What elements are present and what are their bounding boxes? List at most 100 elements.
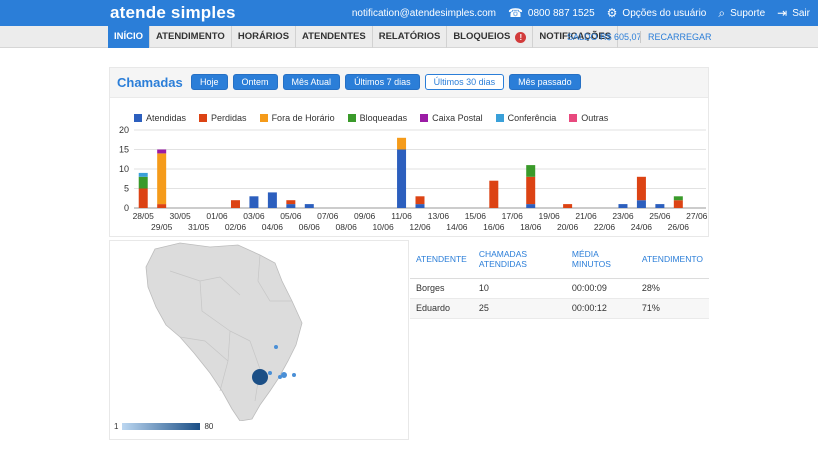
legend-label: Outras <box>581 113 609 123</box>
legend-swatch <box>420 114 429 122</box>
x-tick-label: 21/06 <box>575 211 597 221</box>
logout-link[interactable]: ⇥ Sair <box>777 7 810 19</box>
cell-calls: 25 <box>472 298 566 319</box>
col-atendente[interactable]: ATENDENTE <box>410 240 473 279</box>
chart-bar[interactable] <box>267 192 277 208</box>
chart-bar[interactable] <box>636 200 646 208</box>
chart-bar[interactable] <box>636 176 646 201</box>
tab-atendimento[interactable]: ATENDIMENTO <box>150 26 232 48</box>
legend-label: Bloqueadas <box>359 113 408 123</box>
chart-bar[interactable] <box>673 196 683 201</box>
search-icon: ⌕ <box>718 6 726 20</box>
x-tick-label: 01/06 <box>206 211 228 221</box>
chart-bar[interactable] <box>286 204 296 208</box>
chart-bar[interactable] <box>157 149 167 154</box>
x-tick-label: 08/06 <box>336 222 358 232</box>
chart-bar[interactable] <box>415 196 425 205</box>
chart-bar[interactable] <box>249 196 259 208</box>
legend-item[interactable]: Atendidas <box>134 113 186 123</box>
map-panel: 1 80 <box>109 240 409 440</box>
tab-horarios[interactable]: HORÁRIOS <box>232 26 297 48</box>
col-media-minutos[interactable]: MÉDIA MINUTOS <box>565 240 636 279</box>
table-row[interactable]: Eduardo 25 00:00:12 71% <box>410 298 709 319</box>
x-tick-label: 25/06 <box>649 211 671 221</box>
logo[interactable]: atende simples <box>110 3 236 23</box>
legend-label: Conferência <box>507 113 557 123</box>
chart-bar[interactable] <box>304 204 314 208</box>
gear-icon: ⚙ <box>606 6 618 20</box>
chart-bar[interactable] <box>397 149 407 209</box>
legend-item[interactable]: Fora de Horário <box>259 113 335 123</box>
chart-bar[interactable] <box>138 188 148 209</box>
chart-bar[interactable] <box>157 153 167 205</box>
chart-legend: Atendidas Perdidas Fora de Horário Bloquead… <box>134 113 621 123</box>
tab-inicio[interactable]: INÍCIO <box>108 26 151 48</box>
map-point[interactable] <box>281 372 287 378</box>
legend-item[interactable]: Bloqueadas <box>347 113 408 123</box>
cell-avg: 00:00:12 <box>565 298 636 319</box>
phone-link[interactable]: ☎ 0800 887 1525 <box>508 7 595 19</box>
map-point[interactable] <box>268 371 272 375</box>
x-tick-label: 31/05 <box>188 222 210 232</box>
map-point[interactable] <box>274 345 278 349</box>
legend-swatch <box>569 114 578 122</box>
cell-pct: 28% <box>635 278 709 299</box>
y-tick-label: 10 <box>119 164 129 174</box>
tab-relatorios[interactable]: RELATÓRIOS <box>373 26 448 48</box>
tab-bloqueios[interactable]: BLOQUEIOS! <box>447 26 534 48</box>
legend-item[interactable]: Conferência <box>495 113 557 123</box>
filter-mes-atual-button[interactable]: Mês Atual <box>282 74 341 90</box>
legend-item[interactable]: Perdidas <box>199 113 247 123</box>
calls-panel: Chamadas Hoje Ontem Mês Atual Últimos 7 … <box>109 67 709 237</box>
map-point[interactable] <box>292 373 296 377</box>
chart-bar[interactable] <box>655 204 665 208</box>
chart-bar[interactable] <box>563 204 573 208</box>
x-tick-label: 05/06 <box>280 211 302 221</box>
top-bar: atende simples notification@atendesimple… <box>0 0 818 26</box>
chart-bar[interactable] <box>415 204 425 208</box>
chart-bar[interactable] <box>489 180 499 208</box>
col-chamadas-atendidas[interactable]: CHAMADAS ATENDIDAS <box>472 240 566 279</box>
table-row[interactable]: Borges 10 00:00:09 28% <box>410 278 709 299</box>
chart-bar[interactable] <box>397 137 407 150</box>
map-point-large[interactable] <box>252 369 268 385</box>
filter-7-dias-button[interactable]: Últimos 7 dias <box>345 74 420 90</box>
cell-pct: 71% <box>635 298 709 319</box>
x-tick-label: 29/05 <box>151 222 173 232</box>
notification-email[interactable]: notification@atendesimples.com <box>352 8 496 19</box>
chart-bar[interactable] <box>286 200 296 205</box>
table-header-row: ATENDENTE CHAMADAS ATENDIDAS MÉDIA MINUT… <box>410 240 709 279</box>
map-continent <box>145 242 303 422</box>
chart-bar[interactable] <box>526 176 536 205</box>
x-tick-label: 04/06 <box>262 222 284 232</box>
map-scale: 1 80 <box>114 422 214 431</box>
recharge-link[interactable]: RECARREGAR <box>648 26 712 48</box>
x-tick-label: 03/06 <box>243 211 265 221</box>
cell-name: Eduardo <box>410 298 473 319</box>
filter-30-dias-button[interactable]: Últimos 30 dias <box>424 74 505 90</box>
chart-bar[interactable] <box>526 204 536 208</box>
col-atendimento[interactable]: ATENDIMENTO <box>635 240 709 279</box>
chart-bar[interactable] <box>138 176 148 189</box>
filter-hoje-button[interactable]: Hoje <box>191 74 228 90</box>
x-tick-label: 16/06 <box>483 222 505 232</box>
legend-swatch <box>347 114 356 122</box>
chart-bar[interactable] <box>618 204 628 208</box>
x-tick-label: 06/06 <box>299 222 321 232</box>
x-tick-label: 22/06 <box>594 222 616 232</box>
user-options-link[interactable]: ⚙ Opções do usuário <box>607 7 707 19</box>
support-link[interactable]: ⌕ Suporte <box>718 7 765 19</box>
x-tick-label: 18/06 <box>520 222 542 232</box>
chart-bar[interactable] <box>526 165 536 177</box>
chart-bar[interactable] <box>230 200 240 208</box>
south-america-map[interactable] <box>110 241 410 422</box>
tab-atendentes[interactable]: ATENDENTES <box>296 26 373 48</box>
chart-bar[interactable] <box>673 200 683 208</box>
chart-bar[interactable] <box>138 172 148 177</box>
legend-label: Caixa Postal <box>432 113 483 123</box>
legend-item[interactable]: Caixa Postal <box>420 113 483 123</box>
filter-ontem-button[interactable]: Ontem <box>232 74 278 90</box>
legend-item[interactable]: Outras <box>569 113 608 123</box>
filter-mes-passado-button[interactable]: Mês passado <box>509 74 581 90</box>
chart-bar[interactable] <box>157 204 167 208</box>
